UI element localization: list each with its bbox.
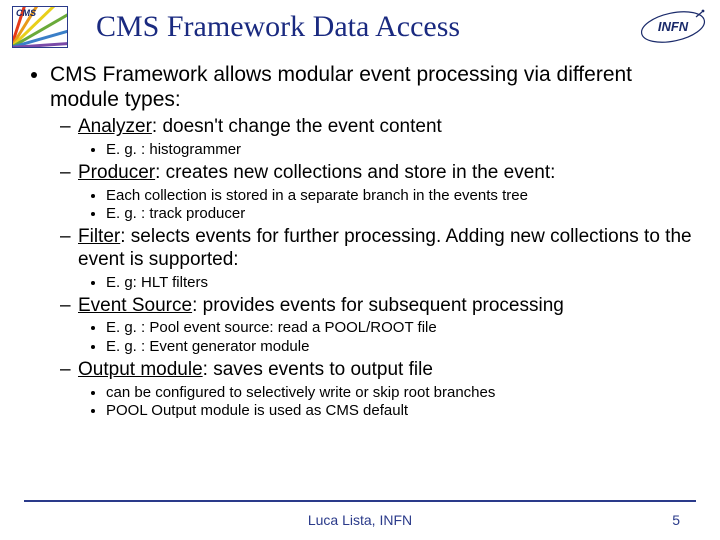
footer-divider xyxy=(24,500,696,502)
main-bullet: CMS Framework allows modular event proce… xyxy=(50,62,696,421)
slide-header: CMS CMS Framework Data Access INFN xyxy=(0,0,720,52)
module-item: Producer: creates new collections and st… xyxy=(78,162,696,224)
slide-content: CMS Framework allows modular event proce… xyxy=(0,52,720,421)
module-name: Producer xyxy=(78,162,155,183)
module-name: Event Source xyxy=(78,295,192,316)
module-sub: E. g. : Pool event source: read a POOL/R… xyxy=(106,319,696,338)
module-sub: POOL Output module is used as CMS defaul… xyxy=(106,402,696,421)
svg-text:INFN: INFN xyxy=(658,19,689,34)
slide-title: CMS Framework Data Access xyxy=(68,10,638,44)
module-item: Event Source: provides events for subseq… xyxy=(78,295,696,357)
infn-logo: INFN xyxy=(638,9,708,45)
module-sub: E. g. : Event generator module xyxy=(106,338,696,357)
module-desc: : saves events to output file xyxy=(203,359,433,380)
module-sub: E. g. : histogrammer xyxy=(106,141,696,160)
module-item: Output module: saves events to output fi… xyxy=(78,359,696,421)
module-desc: : provides events for subsequent process… xyxy=(192,295,564,316)
slide-footer: Luca Lista, INFN 5 xyxy=(0,500,720,528)
module-desc: : creates new collections and store in t… xyxy=(155,162,555,183)
module-name: Filter xyxy=(78,226,120,247)
module-sub: can be configured to selectively write o… xyxy=(106,384,696,403)
module-item: Analyzer: doesn't change the event conte… xyxy=(78,116,696,160)
module-sub: E. g: HLT filters xyxy=(106,274,696,293)
module-sub: Each collection is stored in a separate … xyxy=(106,187,696,206)
cms-logo-label: CMS xyxy=(16,8,36,18)
main-bullet-text: CMS Framework allows modular event proce… xyxy=(50,63,632,111)
module-item: Filter: selects events for further proce… xyxy=(78,226,696,292)
footer-author: Luca Lista, INFN xyxy=(0,512,720,528)
module-sub: E. g. : track producer xyxy=(106,205,696,224)
module-desc: : doesn't change the event content xyxy=(152,116,442,137)
module-name: Analyzer xyxy=(78,116,152,137)
module-desc: : selects events for further processing.… xyxy=(78,226,692,270)
cms-logo: CMS xyxy=(12,6,68,48)
module-name: Output module xyxy=(78,359,203,380)
